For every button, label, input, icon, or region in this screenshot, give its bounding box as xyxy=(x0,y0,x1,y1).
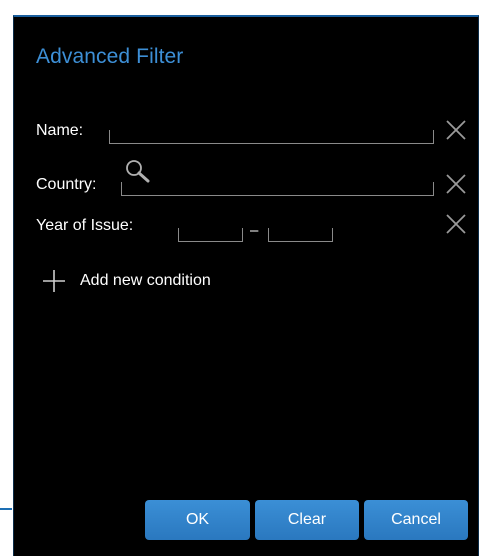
plus-icon xyxy=(43,270,65,292)
close-icon[interactable] xyxy=(445,119,467,141)
close-icon[interactable] xyxy=(445,173,467,195)
background-window-edge xyxy=(0,508,12,510)
screen: Advanced Filter Name: Country: Year of I… xyxy=(0,0,482,556)
cancel-button[interactable]: Cancel xyxy=(364,500,468,540)
name-input[interactable] xyxy=(109,130,434,144)
year-range-separator: – xyxy=(250,222,259,239)
year-to-input[interactable] xyxy=(268,228,333,242)
dialog-title: Advanced Filter xyxy=(36,45,184,68)
name-label: Name: xyxy=(36,122,84,139)
clear-button[interactable]: Clear xyxy=(255,500,359,540)
close-icon[interactable] xyxy=(445,213,467,235)
search-icon[interactable] xyxy=(124,158,156,184)
add-new-condition-button[interactable]: Add new condition xyxy=(42,268,211,294)
country-label: Country: xyxy=(36,176,97,193)
ok-button[interactable]: OK xyxy=(145,500,250,540)
year-of-issue-label: Year of Issue: xyxy=(36,217,134,234)
add-new-condition-label: Add new condition xyxy=(80,272,211,289)
country-input[interactable] xyxy=(121,182,434,196)
advanced-filter-dialog: Advanced Filter Name: Country: Year of I… xyxy=(13,15,479,556)
year-from-input[interactable] xyxy=(178,228,243,242)
